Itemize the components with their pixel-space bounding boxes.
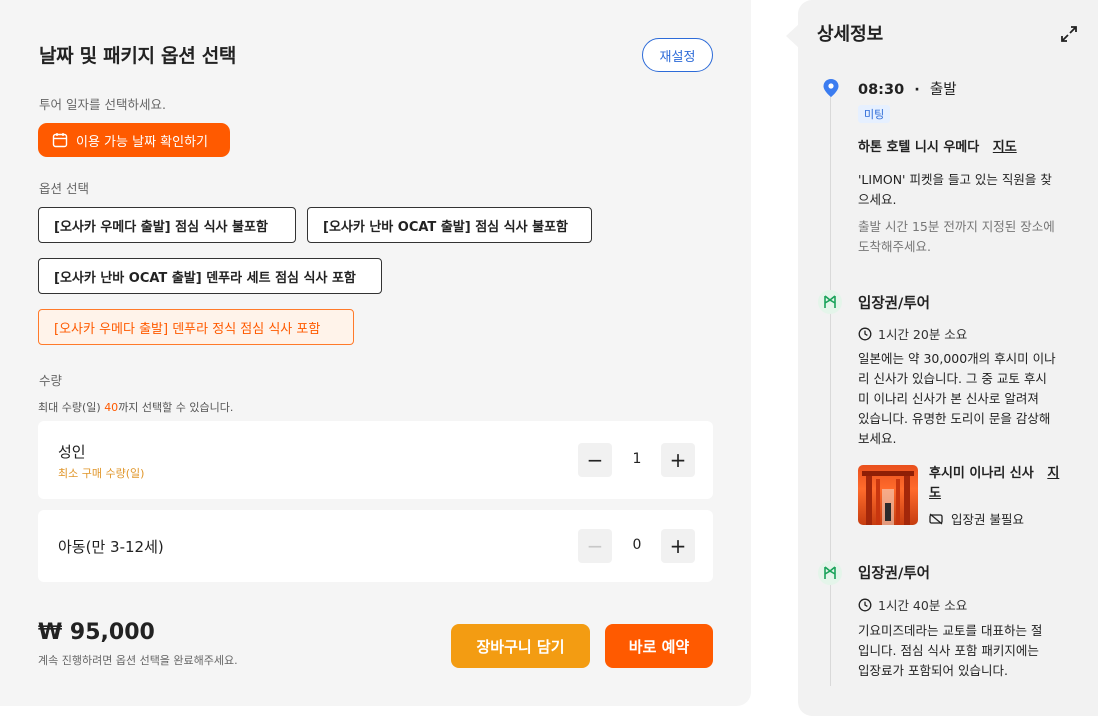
adult-min-note: 최소 구매 수량(일) (58, 467, 145, 480)
book-now-button[interactable]: 바로 예약 (605, 624, 713, 668)
meeting-map-link[interactable]: 지도 (993, 140, 1017, 155)
check-dates-button[interactable]: 이용 가능 날짜 확인하기 (38, 123, 230, 157)
adult-minus-button[interactable]: − (578, 443, 612, 477)
expand-icon[interactable] (1060, 25, 1078, 43)
departure-time-row: 08:30 · 출발 (858, 82, 957, 98)
option-umeda-tempura-course[interactable]: [오사카 우메다 출발] 덴푸라 정식 점심 식사 포함 (38, 309, 354, 345)
booking-options-panel: 날짜 및 패키지 옵션 선택 재설정 투어 일자를 선택하세요. 이용 가능 날… (0, 0, 751, 706)
adult-plus-button[interactable]: + (661, 443, 695, 477)
option-umeda-no-lunch[interactable]: [오사카 우메다 출발] 점심 식사 불포함 (38, 207, 296, 243)
details-panel: 상세정보 08:30 · 출발 미팅 하톤 호텔 니시 우메다 지도 'LIMO… (798, 0, 1098, 716)
quantity-note: 최대 수량(일) 40까지 선택할 수 있습니다. (38, 401, 234, 414)
meeting-place: 하톤 호텔 니시 우메다 지도 (858, 140, 1017, 155)
child-minus-button[interactable]: − (578, 529, 612, 563)
calendar-icon (52, 133, 68, 148)
option-namba-tempura-set[interactable]: [오사카 난바 OCAT 출발] 덴푸라 세트 점심 식사 포함 (38, 258, 382, 294)
fushimi-inari-thumbnail[interactable] (858, 465, 918, 525)
check-dates-label: 이용 가능 날짜 확인하기 (76, 134, 208, 150)
child-plus-button[interactable]: + (661, 529, 695, 563)
child-label: 아동(만 3-12세) (58, 538, 164, 556)
stop2-heading: 입장권/투어 (858, 296, 930, 312)
timeline-line (830, 96, 831, 686)
reset-button[interactable]: 재설정 (642, 38, 713, 72)
date-prompt: 투어 일자를 선택하세요. (39, 97, 166, 112)
adult-label: 성인 (58, 443, 86, 461)
price-note: 계속 진행하려면 옵션 선택을 완료해주세요. (38, 654, 238, 667)
details-title: 상세정보 (817, 24, 884, 45)
meeting-badge: 미팅 (858, 105, 891, 123)
stop2-duration: 1시간 20분 소요 (858, 324, 967, 345)
clock-icon (858, 327, 872, 340)
no-ticket-icon (929, 513, 943, 524)
stop3-duration: 1시간 40분 소요 (858, 595, 967, 616)
adult-quantity-row: 성인 최소 구매 수량(일) − 1 + (38, 421, 713, 499)
quantity-label: 수량 (39, 373, 63, 388)
child-quantity-value: 0 (632, 537, 642, 553)
child-quantity-row: 아동(만 3-12세) − 0 + (38, 510, 713, 582)
stop2-description: 일본에는 약 30,000개의 후시미 이나 리 신사가 있습니다. 그 중 교… (858, 351, 1056, 446)
add-to-cart-button[interactable]: 장바구니 담기 (451, 624, 590, 668)
option-namba-no-lunch[interactable]: [오사카 난바 OCAT 출발] 점심 식사 불포함 (307, 207, 592, 243)
poi-ticket-info: 입장권 불필요 (929, 509, 1024, 528)
location-pin-icon (823, 79, 839, 97)
adult-quantity-value: 1 (632, 451, 642, 467)
stop3-description: 기요미즈데라는 교토를 대표하는 절 입니다. 점심 식사 포함 패키지에는 입… (858, 623, 1043, 678)
poi-name: 후시미 이나리 신사 지 도 (929, 466, 1060, 501)
meeting-description: 'LIMON' 피켓을 들고 있는 직원을 찾 으세요. (858, 172, 1052, 207)
ticket-tour-icon (818, 290, 842, 314)
options-label: 옵션 선택 (39, 181, 89, 196)
panel-title: 날짜 및 패키지 옵션 선택 (39, 45, 237, 67)
stop3-heading: 입장권/투어 (858, 566, 930, 582)
clock-icon-2 (858, 598, 872, 611)
meeting-note: 출발 시간 15분 전까지 지정된 장소에 도착해주세요. (858, 219, 1055, 254)
ticket-tour-icon-2 (818, 561, 842, 585)
total-price: ₩ 95,000 (38, 620, 155, 645)
poi-map-link[interactable]: 지 (1047, 466, 1059, 481)
